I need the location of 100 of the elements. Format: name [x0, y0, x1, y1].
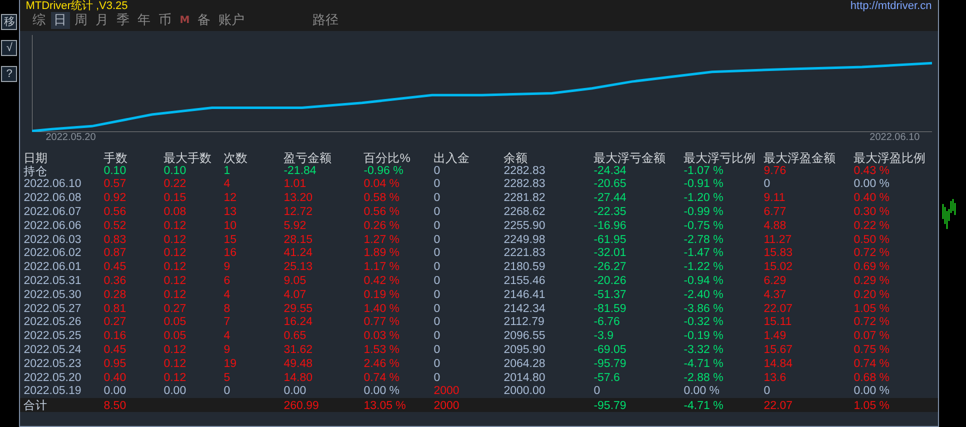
table-cell-text: -24.34	[594, 165, 628, 178]
column-header: 余额	[504, 150, 529, 166]
table-cell-text: 0.12	[164, 344, 188, 356]
table-cell-text: 0.40 %	[854, 192, 891, 204]
table-cell-text: 2.46 %	[364, 358, 401, 370]
table-cell-text: -2.78 %	[684, 234, 724, 246]
table-cell-text: 2268.62	[504, 206, 546, 218]
table-cell-text: 0.95	[104, 358, 128, 370]
tab[interactable]: 日	[50, 12, 70, 29]
table-cell-text: 1	[224, 165, 232, 178]
tab[interactable]: 路径	[310, 12, 342, 29]
table-cell-text: 0.12	[164, 372, 188, 384]
table-cell-text: 1.01	[284, 178, 308, 190]
table-cell-text: 0.10	[104, 165, 128, 178]
table-cell-text: 0.00	[284, 385, 308, 398]
table-cell-text: 0	[434, 165, 442, 178]
table-cell-text: 0	[434, 302, 442, 315]
table-cell-text: 0.12	[164, 358, 188, 370]
table-cell-text: 0.74 %	[854, 358, 891, 370]
table-cell-text: 49.48	[284, 358, 314, 370]
column-header: 出入金	[434, 150, 471, 166]
website-link[interactable]: http://mtdriver.cn	[850, 0, 932, 12]
toolbar-button[interactable]: ?	[1, 66, 18, 82]
table-cell-text: 0.00 %	[364, 385, 401, 398]
table-cell-text: -1.22 %	[684, 261, 724, 274]
table-cell-text: -3.32 %	[684, 344, 724, 356]
table-cell-text: 14.84	[764, 358, 794, 370]
table-cell-text: 15.67	[764, 344, 794, 356]
table-cell-text: 15.83	[764, 247, 794, 260]
table-cell-text: 5	[224, 372, 232, 384]
table-cell-text: 0.72 %	[854, 247, 891, 260]
table-cell-text: 2022.05.20	[24, 372, 82, 384]
tab[interactable]: 币	[156, 12, 175, 29]
table-cell-text: 2180.59	[504, 261, 546, 274]
table-cell-text: -4.71 %	[684, 358, 724, 370]
table-cell-text: 14.80	[284, 372, 314, 384]
table-cell-text: 0.40	[104, 372, 128, 384]
table-cell-text: 2022.05.26	[24, 316, 82, 328]
table-cell-text: 16	[224, 247, 238, 260]
column-header: 最大浮盈金额	[764, 150, 837, 166]
table-cell-text: 0	[594, 385, 602, 398]
table-cell-text: 41.24	[284, 247, 314, 260]
table-cell-text: 22.07	[764, 302, 794, 315]
table-cell-text: -0.94 %	[684, 275, 724, 288]
table-cell-text: 1.05 %	[854, 302, 891, 315]
table-cell-text: -3.9	[594, 330, 615, 342]
window-title: MTDriver统计 ,V3.25	[26, 0, 128, 12]
table-cell-text: 0.08	[164, 206, 188, 218]
tab[interactable]: 周	[72, 12, 91, 29]
table-cell-text: 13.6	[764, 372, 788, 384]
table-cell-text: 0.29 %	[854, 275, 891, 288]
axis-label: 2022.05.20	[46, 132, 96, 143]
column-header: 最大浮亏金额	[594, 150, 667, 166]
table-cell-text: 2281.82	[504, 192, 546, 204]
table-cell-text: 0.77 %	[364, 316, 401, 328]
toolbar-button[interactable]: √	[1, 40, 18, 56]
table-cell-text: -51.37	[594, 288, 628, 301]
table-cell-text: 15	[224, 234, 238, 246]
table-cell-text: -95.79	[594, 400, 628, 412]
table-cell-text: -61.95	[594, 234, 628, 246]
tab[interactable]: 年	[134, 12, 154, 29]
table-cell-text: 0.04 %	[364, 178, 401, 190]
table-cell-text: 6	[224, 275, 232, 288]
table-cell-text: -0.96 %	[364, 165, 404, 178]
tab[interactable]: 月	[92, 12, 112, 29]
table-cell-text: 2022.05.30	[24, 288, 82, 301]
column-header: 日期	[24, 150, 49, 166]
table-cell-text: 8	[224, 302, 232, 315]
toolbar-button[interactable]: 移	[1, 14, 18, 30]
table-cell-text: 0.57	[104, 178, 128, 190]
table-cell-text: 13.05 %	[364, 400, 407, 412]
table-cell-text: 0.22 %	[854, 220, 891, 232]
table-cell-text: 0.72 %	[854, 316, 891, 328]
table-cell-text: 2022.06.07	[24, 206, 82, 218]
table-cell-text: 16.24	[284, 316, 314, 328]
table-cell-text: 2022.06.03	[24, 234, 82, 246]
tab[interactable]: 综	[30, 12, 49, 29]
table-cell-text: 22.07	[764, 400, 794, 412]
table-cell-text: -26.27	[594, 261, 628, 274]
tab[interactable]: M	[176, 12, 193, 29]
table-cell-text: -1.47 %	[684, 247, 724, 260]
table-cell-text: 持仓	[24, 164, 49, 179]
tab[interactable]: 账户	[216, 12, 248, 29]
table-cell-text: 0.83	[104, 234, 128, 246]
table-cell-text: 260.99	[284, 400, 320, 412]
column-header: 最大手数	[164, 150, 213, 166]
table-cell-text: -27.44	[594, 192, 628, 204]
table-cell-text: 2142.34	[504, 302, 546, 315]
table-cell-text: 0.69 %	[854, 261, 891, 274]
tab[interactable]: 季	[114, 12, 133, 29]
table-cell-text: 2000.00	[504, 385, 546, 398]
table-cell-text: 2022.06.10	[24, 178, 82, 190]
table-cell-text: -0.99 %	[684, 206, 724, 218]
table-cell-text: 1.49	[764, 330, 788, 342]
table-cell-text: 0	[764, 385, 772, 398]
table-cell-text: 0	[434, 234, 442, 246]
tab[interactable]: 备	[194, 12, 214, 29]
table-cell-text: -95.79	[594, 358, 628, 370]
table-cell-text: -21.84	[284, 165, 318, 178]
table-cell-text: 9.05	[284, 275, 308, 288]
